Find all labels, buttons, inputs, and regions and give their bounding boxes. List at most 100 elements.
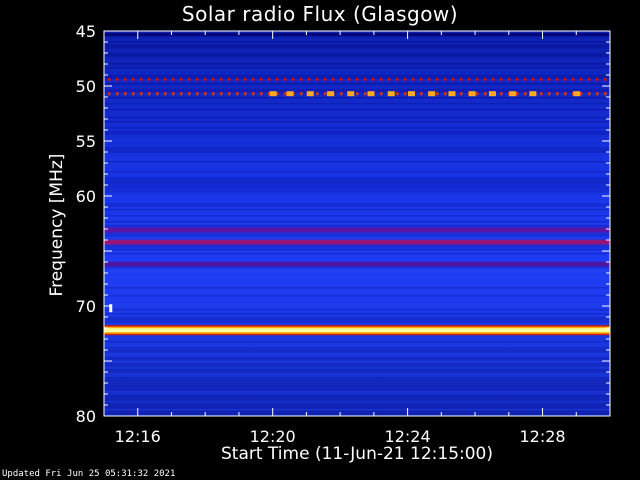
band-dot (524, 92, 527, 96)
noise-stripe (104, 125, 610, 127)
spike-mark (109, 304, 113, 313)
noise-stripe (104, 293, 610, 295)
noise-stripe (104, 163, 610, 165)
band-dot (524, 77, 527, 81)
band-dot (132, 92, 135, 96)
band-dot (284, 77, 287, 81)
noise-stripe (104, 287, 610, 289)
noise-stripe (104, 107, 610, 109)
band-dot (340, 92, 343, 96)
band-dot (108, 77, 111, 81)
noise-stripe (104, 121, 610, 123)
noise-stripe (104, 119, 610, 121)
band-dot (316, 92, 319, 96)
band-dot (260, 77, 263, 81)
noise-stripe (104, 185, 610, 187)
noise-stripe (104, 199, 610, 201)
noise-stripe (104, 379, 610, 381)
band-dot (540, 92, 543, 96)
noise-stripe (104, 49, 610, 51)
noise-stripe (104, 37, 610, 39)
noise-stripe (104, 181, 610, 183)
noise-stripe (104, 59, 610, 61)
noise-stripe (104, 215, 610, 217)
noise-stripe (104, 279, 610, 281)
burst-mark (286, 91, 294, 97)
noise-stripe (104, 223, 610, 225)
band-dot (452, 77, 455, 81)
band-dot (156, 92, 159, 96)
noise-stripe (104, 383, 610, 385)
noise-stripe (104, 301, 610, 303)
band-core (104, 328, 610, 333)
noise-stripe (104, 127, 610, 129)
band-dot (196, 77, 199, 81)
noise-stripe (104, 187, 610, 189)
band-dot (604, 92, 607, 96)
band-63.1 (104, 227, 610, 233)
noise-stripe (104, 147, 610, 149)
noise-stripe (104, 311, 610, 313)
noise-stripe (104, 201, 610, 203)
noise-stripe (104, 345, 610, 347)
noise-stripe (104, 225, 610, 227)
noise-stripe (104, 171, 610, 173)
noise-stripe (104, 259, 610, 261)
noise-stripe (104, 203, 610, 205)
noise-stripe (104, 153, 610, 155)
y-tick-label: 80 (76, 407, 96, 426)
noise-stripe (104, 45, 610, 47)
band-dot (180, 92, 183, 96)
band-dot (420, 92, 423, 96)
band-dot (228, 77, 231, 81)
band-dot (164, 77, 167, 81)
band-dot (532, 77, 535, 81)
noise-stripe (104, 141, 610, 143)
band-dot (588, 92, 591, 96)
noise-stripe (104, 395, 610, 397)
noise-stripe (104, 389, 610, 391)
noise-stripe (104, 405, 610, 407)
band-dot (140, 77, 143, 81)
band-dot (124, 92, 127, 96)
band-dot (500, 77, 503, 81)
band-dot (236, 77, 239, 81)
band-dot (444, 92, 447, 96)
band-dot (252, 92, 255, 96)
burst-mark (448, 91, 456, 97)
band-dot (580, 77, 583, 81)
band-dot (220, 77, 223, 81)
noise-stripe (104, 75, 610, 77)
band-dot (516, 77, 519, 81)
band-dot (396, 92, 399, 96)
noise-stripe (104, 193, 610, 195)
band-dot (140, 92, 143, 96)
noise-stripe (104, 139, 610, 141)
noise-stripe (104, 195, 610, 197)
spectrogram-chart: 45 50 55 60 70 80 12:16 12:20 12:24 12:28 (76, 22, 611, 446)
band-dot (228, 92, 231, 96)
noise-stripe (104, 297, 610, 299)
noise-stripe (104, 337, 610, 339)
band-dot (404, 92, 407, 96)
noise-stripe (104, 169, 610, 171)
band-dot (284, 92, 287, 96)
noise-stripe (104, 39, 610, 41)
band-dot (252, 77, 255, 81)
noise-stripe (104, 73, 610, 75)
noise-stripe (104, 137, 610, 139)
noise-stripe (104, 385, 610, 387)
noise-stripe (104, 133, 610, 135)
burst-mark (509, 91, 517, 97)
y-tick-label: 55 (76, 132, 96, 151)
band-dot (436, 92, 439, 96)
noise-stripe (104, 359, 610, 361)
burst-mark (387, 91, 395, 97)
noise-stripe (104, 307, 610, 309)
band-dot (596, 92, 599, 96)
noise-stripe (104, 61, 610, 63)
noise-stripe (104, 51, 610, 53)
band-dot (364, 92, 367, 96)
noise-stripe (104, 53, 610, 55)
band-dot (340, 77, 343, 81)
